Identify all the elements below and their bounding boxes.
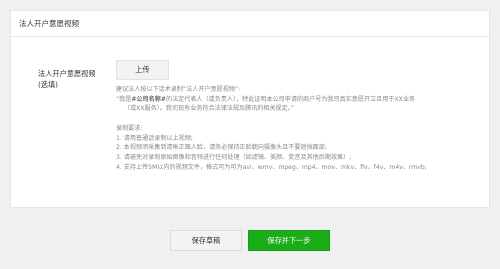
save-next-button[interactable]: 保存并下一步 xyxy=(248,230,330,251)
upload-button[interactable]: 上传 xyxy=(116,60,169,80)
requirements-title: 录制要求: xyxy=(116,124,143,132)
field-label-name: 法人开户意愿视频 xyxy=(38,69,96,78)
script-mid: 的法定代表人（或负责人），特此证明本公司申请的商户号为我司真实意愿开立且用于XX… xyxy=(165,95,416,103)
video-upload-panel: 法人开户意愿视频 法人开户意愿视频 (选填) 上传 建议法人按以下话术录制“法人… xyxy=(10,10,490,208)
requirement-item: 3. 请避免对录制原始图像和音频进行任何处理（如滤镜、美颜、变音及其他后期效果）… xyxy=(116,153,352,161)
panel-title: 法人开户意愿视频 xyxy=(11,11,489,37)
script-prefix: “我是 xyxy=(116,95,132,103)
instructions-intro: 建议法人按以下话术录制“法人开户意愿视频”: xyxy=(116,86,241,93)
field-label-optional: (选填) xyxy=(38,80,58,89)
save-draft-button[interactable]: 保存草稿 xyxy=(170,230,242,251)
company-name-placeholder: #公司名称# xyxy=(131,95,166,103)
field-label: 法人开户意愿视频 (选填) xyxy=(38,68,96,90)
script-line-2: （或XX服务）。我司现有业务符合法律法规及腾讯的相关规定。” xyxy=(124,105,294,113)
script-line-1: “我是#公司名称#的法定代表人（或负责人），特此证明本公司申请的商户号为我司真实… xyxy=(116,95,486,105)
recording-instructions: 建议法人按以下话术录制“法人开户意愿视频”: “我是#公司名称#的法定代表人（或… xyxy=(116,85,486,172)
requirement-item: 4. 支持上传5M以内的视频文件，格式可为可为avi、wmv、mpeg、mp4、… xyxy=(116,163,427,171)
requirement-item: 1. 请用普通话录制以上视频; xyxy=(116,134,193,142)
requirement-item: 2. 本视频须采集到清晰正面人脸，请务必保持正脸朝向摄像头且不要遮挡面部; xyxy=(116,144,327,152)
